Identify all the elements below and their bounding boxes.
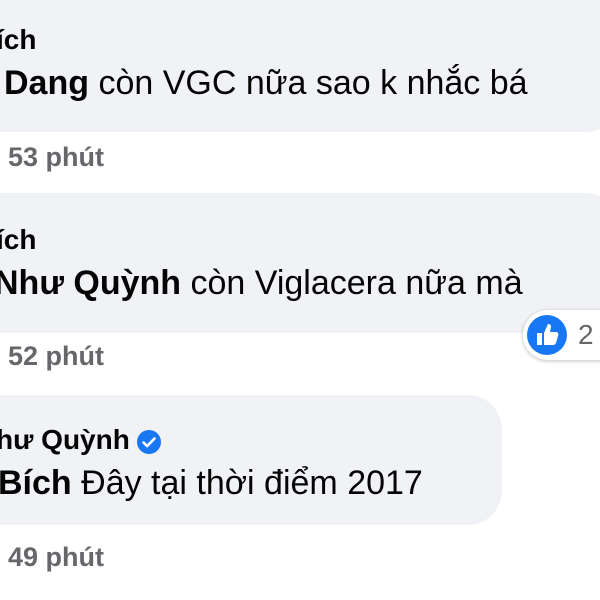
mention-link[interactable]: Bích: [0, 464, 72, 502]
comment-text: Như Quỳnh còn Viglacera nữa mà: [0, 264, 523, 303]
comment-author-name[interactable]: hư Quỳnh: [0, 424, 130, 455]
comment-body: còn Viglacera nữa mà: [181, 264, 523, 302]
comment-author[interactable]: hư Quỳnh: [0, 424, 162, 456]
comment-text: Bích Đây tại thời điểm 2017: [0, 464, 423, 503]
comment-author[interactable]: ích: [0, 224, 36, 256]
mention-link[interactable]: Như Quỳnh: [0, 264, 181, 302]
like-icon: [527, 315, 567, 355]
comment-thread: ích Dang còn VGC nữa sao k nhắc bá 53 ph…: [0, 0, 600, 600]
comment-text: Dang còn VGC nữa sao k nhắc bá: [4, 64, 528, 103]
comment-time[interactable]: 49 phút: [8, 542, 104, 573]
reaction-summary[interactable]: 2: [523, 310, 600, 360]
comment-time[interactable]: 52 phút: [8, 341, 104, 372]
comment-body: Đây tại thời điểm 2017: [71, 464, 423, 502]
mention-link[interactable]: Dang: [4, 64, 89, 102]
comment-time[interactable]: 53 phút: [8, 142, 104, 173]
comment-bubble: [0, 193, 600, 333]
comment-body: còn VGC nữa sao k nhắc bá: [89, 64, 528, 102]
comment-bubble: [0, 395, 502, 525]
verified-badge-icon: [136, 429, 161, 454]
reaction-count: 2: [578, 319, 594, 350]
comment-author[interactable]: ích: [0, 24, 36, 56]
